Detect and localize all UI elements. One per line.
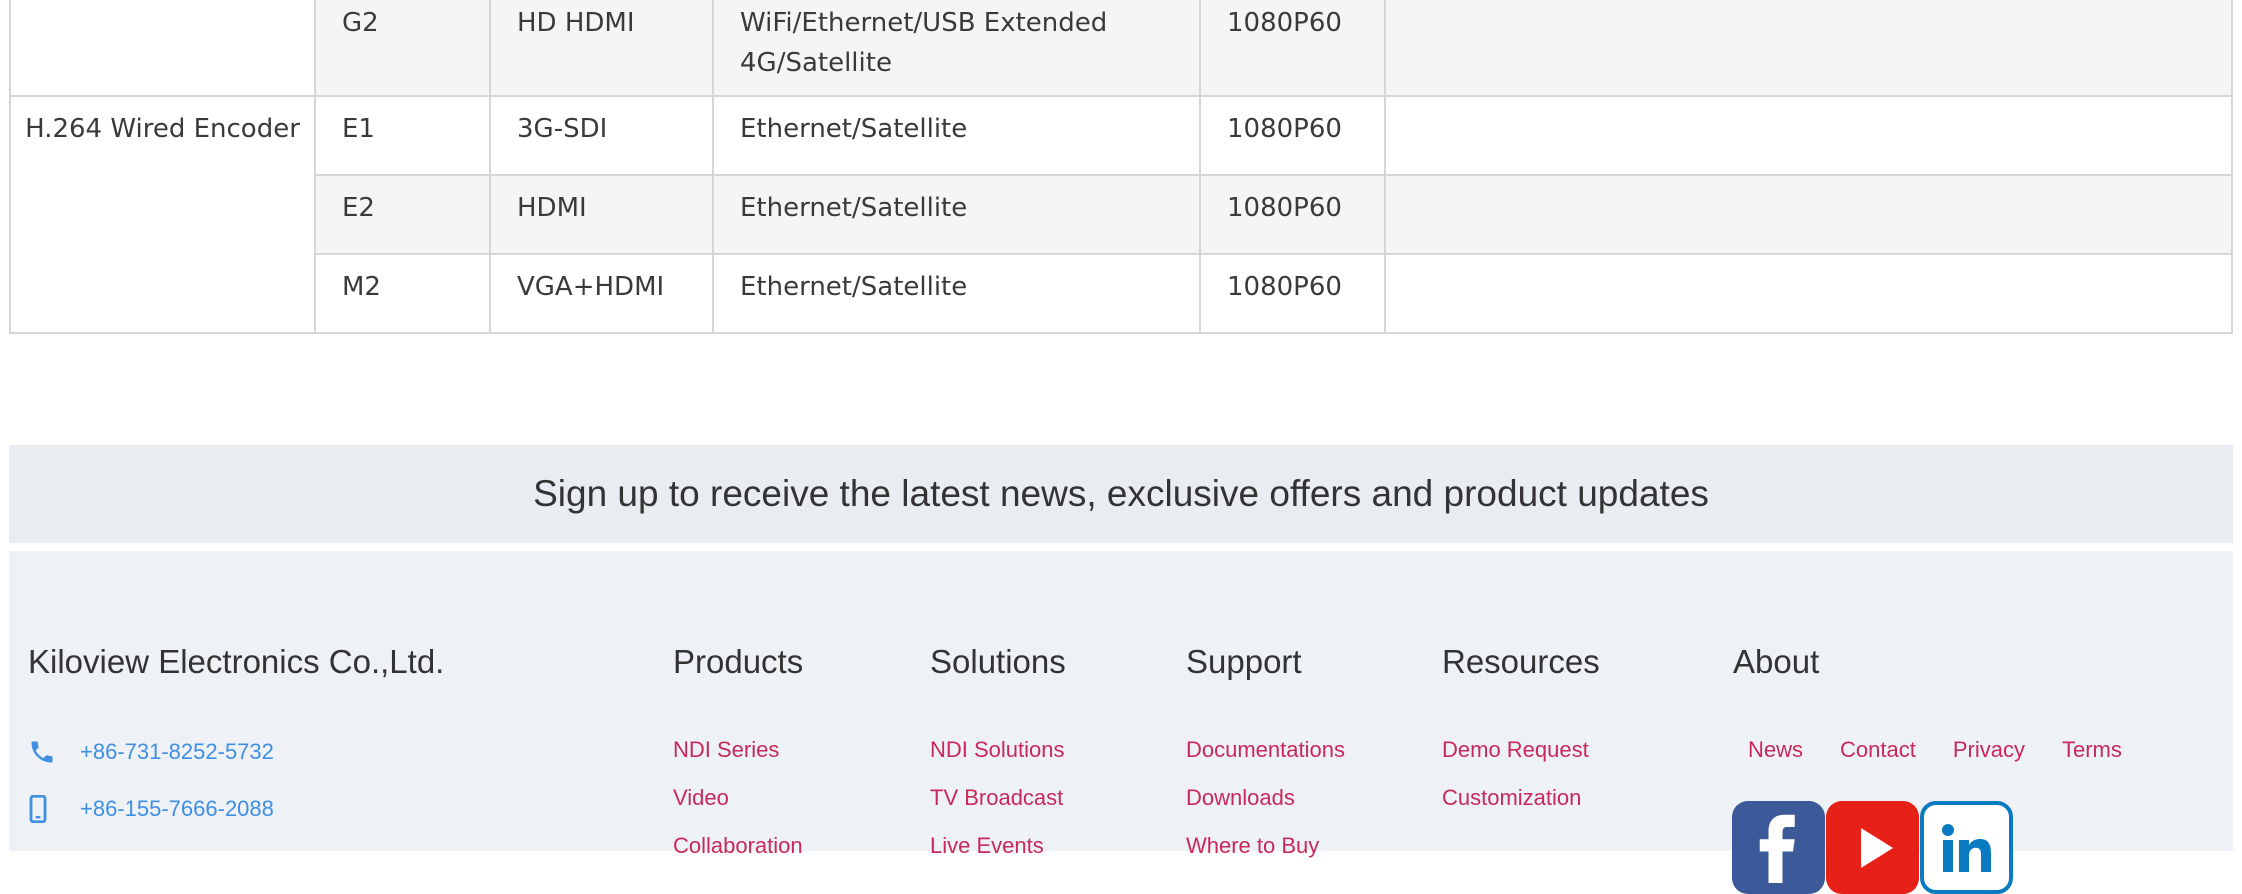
news-link[interactable]: News [1748, 737, 1803, 763]
facebook-icon[interactable] [1732, 801, 1825, 894]
phone-icon [28, 737, 80, 767]
youtube-icon[interactable] [1826, 801, 1919, 894]
input-cell: 3G-SDI [489, 95, 714, 176]
resolution-cell: 1080P60 [1199, 0, 1386, 97]
notes-cell [1384, 95, 2233, 176]
contact-link[interactable]: Contact [1840, 737, 1916, 763]
privacy-link[interactable]: Privacy [1953, 737, 2025, 763]
solutions-heading: Solutions [930, 643, 1066, 680]
notes-cell [1384, 0, 2233, 97]
solutions-links: NDI Solutions TV Broadcast Live Events [930, 735, 1065, 879]
linkedin-icon[interactable] [1920, 801, 2013, 894]
network-cell: Ethernet/Satellite [712, 174, 1201, 255]
group-label: H.264 Wired Encoder [25, 114, 300, 144]
footer-link[interactable]: Customization [1442, 783, 1589, 831]
signup-text: Sign up to receive the latest news, excl… [533, 473, 1709, 514]
table-row: M2 VGA+HDMI Ethernet/Satellite 1080P60 [10, 253, 2233, 334]
table-row: H.264 Wired Encoder E1 3G-SDI Ethernet/S… [9, 95, 2233, 334]
model-cell: M2 [314, 253, 491, 334]
table-row: E2 HDMI Ethernet/Satellite 1080P60 [10, 174, 2233, 255]
footer-link[interactable]: Documentations [1186, 735, 1345, 783]
input-cell: HDMI [489, 174, 714, 255]
input-cell: VGA+HDMI [489, 253, 714, 334]
spec-table: G2 HD HDMI WiFi/Ethernet/USB Extended 4G… [9, 0, 2233, 334]
social-links [1732, 801, 2013, 894]
model-cell: E2 [314, 174, 491, 255]
footer-link[interactable]: Collaboration [673, 831, 803, 879]
group-cell [9, 0, 316, 97]
resolution-cell: 1080P60 [1199, 174, 1386, 255]
phone-number[interactable]: +86-731-8252-5732 [80, 739, 274, 765]
network-cell: Ethernet/Satellite [712, 95, 1201, 176]
phone-contact[interactable]: +86-731-8252-5732 [28, 737, 274, 767]
resolution-cell: 1080P60 [1199, 95, 1386, 176]
table-row: G2 HD HDMI WiFi/Ethernet/USB Extended 4G… [9, 0, 2233, 97]
notes-cell [1384, 253, 2233, 334]
footer-link[interactable]: NDI Series [673, 735, 803, 783]
footer-link[interactable]: TV Broadcast [930, 783, 1065, 831]
network-cell: WiFi/Ethernet/USB Extended 4G/Satellite [712, 0, 1201, 97]
about-heading: About [1733, 643, 1820, 680]
footer-link[interactable]: Video [673, 783, 803, 831]
group-cell: H.264 Wired Encoder [9, 95, 316, 334]
mobile-number[interactable]: +86-155-7666-2088 [80, 796, 274, 822]
mobile-icon [28, 794, 80, 824]
footer-link[interactable]: Live Events [930, 831, 1065, 879]
support-heading: Support [1186, 643, 1302, 680]
resources-heading: Resources [1442, 643, 1600, 680]
model-cell: G2 [314, 0, 491, 97]
notes-cell [1384, 174, 2233, 255]
products-links: NDI Series Video Collaboration [673, 735, 803, 879]
model-cell: E1 [314, 95, 491, 176]
newsletter-signup-banner[interactable]: Sign up to receive the latest news, excl… [9, 445, 2233, 543]
footer-link[interactable]: Where to Buy [1186, 831, 1345, 879]
support-links: Documentations Downloads Where to Buy [1186, 735, 1345, 879]
terms-link[interactable]: Terms [2062, 737, 2122, 763]
company-name: Kiloview Electronics Co.,Ltd. [28, 643, 445, 680]
footer-link[interactable]: NDI Solutions [930, 735, 1065, 783]
site-footer: Kiloview Electronics Co.,Ltd. +86-731-82… [9, 551, 2233, 894]
network-cell: Ethernet/Satellite [712, 253, 1201, 334]
mobile-contact[interactable]: +86-155-7666-2088 [28, 794, 274, 824]
network-line: WiFi/Ethernet/USB Extended [740, 8, 1108, 38]
products-heading: Products [673, 643, 804, 680]
resources-links: Demo Request Customization [1442, 735, 1589, 831]
footer-link[interactable]: Downloads [1186, 783, 1345, 831]
input-cell: HD HDMI [489, 0, 714, 97]
about-links: News Contact Privacy Terms [1748, 737, 2122, 763]
footer-link[interactable]: Demo Request [1442, 735, 1589, 783]
resolution-cell: 1080P60 [1199, 253, 1386, 334]
network-line: 4G/Satellite [740, 48, 892, 78]
